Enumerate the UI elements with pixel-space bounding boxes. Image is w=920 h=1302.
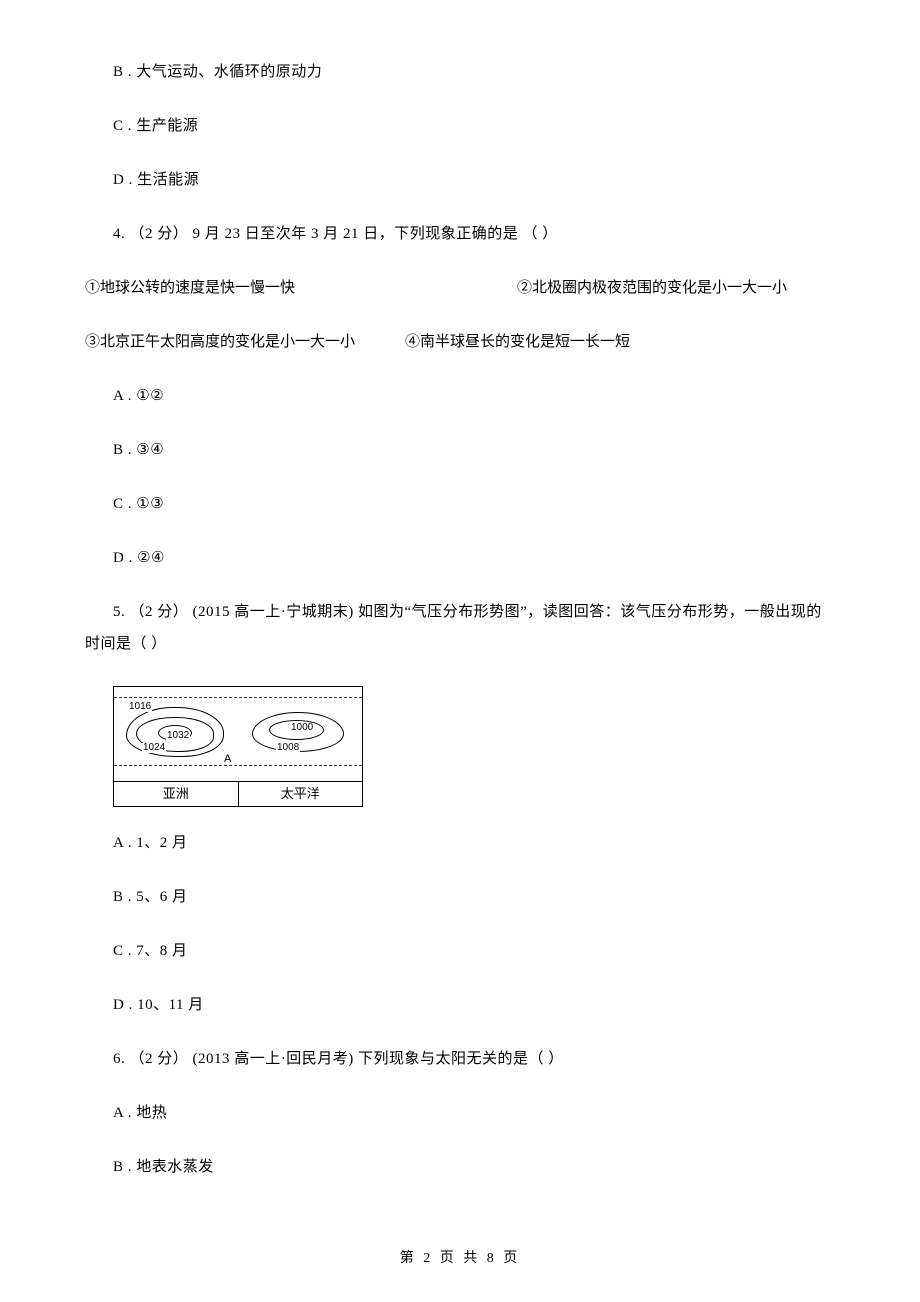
label-1000: 1000 — [290, 723, 314, 733]
q4-option-d[interactable]: D . ②④ — [85, 546, 835, 570]
q5-stem-line1: 5. （2 分） (2015 高一上·宁城期末) 如图为“气压分布形势图”，读图… — [85, 600, 835, 624]
q6-option-b[interactable]: B . 地表水蒸发 — [85, 1155, 835, 1179]
label-1008: 1008 — [276, 743, 300, 753]
q4-stmt4: ④南半球昼长的变化是短一长一短 — [405, 330, 630, 354]
q5-option-a[interactable]: A . 1、2 月 — [85, 831, 835, 855]
q4-stmt3: ③北京正午太阳高度的变化是小一大一小 — [85, 330, 375, 354]
q5-option-b[interactable]: B . 5、6 月 — [85, 885, 835, 909]
q6-stem: 6. （2 分） (2013 高一上·回民月考) 下列现象与太阳无关的是（ ） — [85, 1047, 835, 1071]
q3-option-b[interactable]: B . 大气运动、水循环的原动力 — [85, 60, 835, 84]
q4-option-c[interactable]: C . ①③ — [85, 492, 835, 516]
dashline-bottom — [114, 765, 362, 766]
q3-option-c[interactable]: C . 生产能源 — [85, 114, 835, 138]
q4-option-b[interactable]: B . ③④ — [85, 438, 835, 462]
label-A: A — [224, 751, 231, 769]
dashline-top — [114, 697, 362, 698]
label-1016: 1016 — [128, 702, 152, 712]
q4-statements-row1: ①地球公转的速度是快一慢一快 ②北极圈内极夜范围的变化是小一大一小 — [85, 276, 835, 300]
q4-stmt1: ①地球公转的速度是快一慢一快 — [85, 276, 415, 300]
q4-stem: 4. （2 分） 9 月 23 日至次年 3 月 21 日，下列现象正确的是 （… — [85, 222, 835, 246]
q5-option-d[interactable]: D . 10、11 月 — [85, 993, 835, 1017]
q5-stem-line2: 时间是（ ） — [85, 632, 835, 656]
q5-figure-labels: 亚洲 太平洋 — [114, 782, 362, 806]
q4-statements-row2: ③北京正午太阳高度的变化是小一大一小 ④南半球昼长的变化是短一长一短 — [85, 330, 835, 354]
q5-figure-map: 1016 1024 1032 1000 1008 A — [114, 687, 362, 782]
page-footer: 第 2 页 共 8 页 — [0, 1248, 920, 1270]
q3-option-d[interactable]: D . 生活能源 — [85, 168, 835, 192]
q5-figure: 1016 1024 1032 1000 1008 A 亚洲 太平洋 — [113, 686, 363, 807]
figure-label-pacific: 太平洋 — [239, 782, 363, 806]
q4-option-a[interactable]: A . ①② — [85, 384, 835, 408]
figure-label-asia: 亚洲 — [114, 782, 239, 806]
q5-option-c[interactable]: C . 7、8 月 — [85, 939, 835, 963]
q6-option-a[interactable]: A . 地热 — [85, 1101, 835, 1125]
label-1032: 1032 — [166, 731, 190, 741]
label-1024: 1024 — [142, 743, 166, 753]
q4-stmt2: ②北极圈内极夜范围的变化是小一大一小 — [517, 276, 787, 300]
